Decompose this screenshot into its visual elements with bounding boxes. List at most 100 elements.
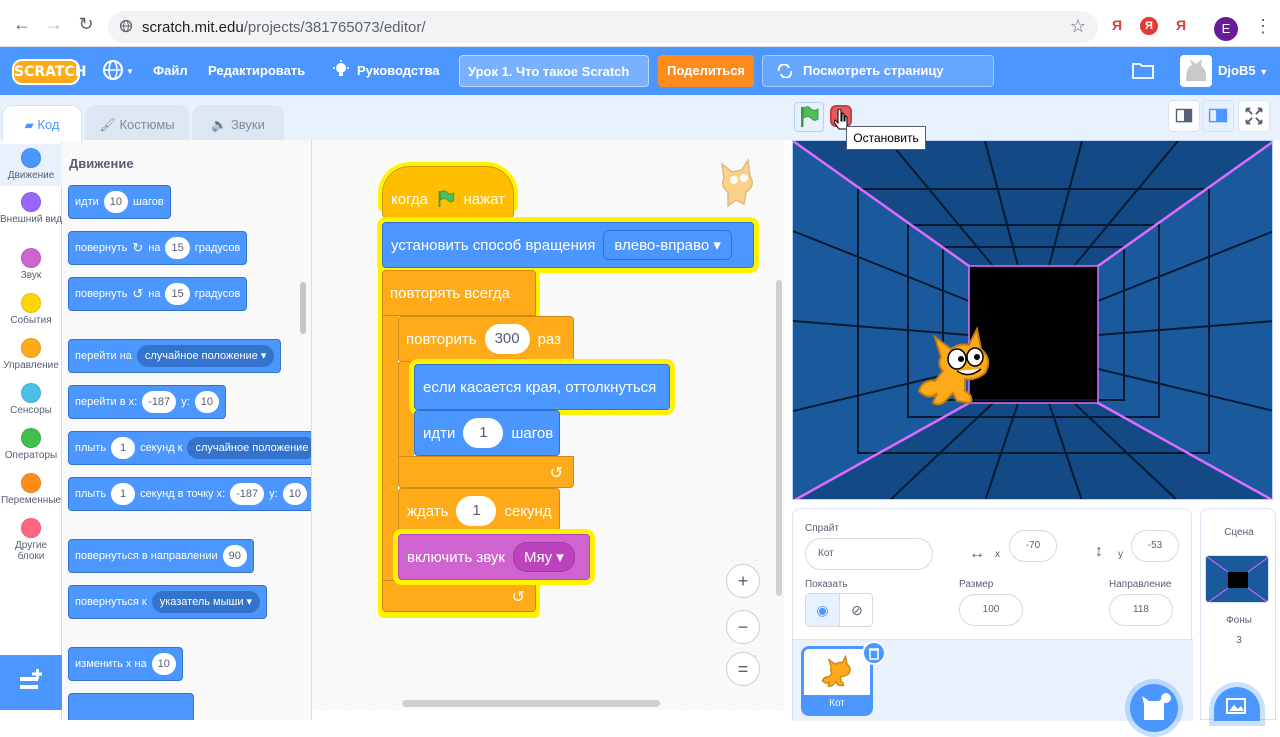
bookmark-star-icon[interactable]: ☆ [1070,16,1086,37]
palette-block-glide-xy[interactable]: плыть 1 секунд в точку x: -187 y: 10 [68,477,311,511]
set-rotation-style-block[interactable]: установить способ вращения влево-вправо … [382,222,754,268]
sprite-size-input[interactable]: 100 [959,594,1023,626]
secs-input[interactable]: 1 [111,483,136,505]
project-title-input[interactable]: Урок 1. Что такое Scratch [459,55,649,87]
normal-stage-button[interactable] [1202,100,1234,132]
palette-block-point-direction[interactable]: повернуться в направлении 90 [68,539,254,573]
move-steps-block[interactable]: идти 1 шагов [414,410,560,456]
sprite-x-input[interactable]: -70 [1009,530,1057,562]
palette-block-move[interactable]: идти 10 шагов [68,185,171,219]
back-arrow-icon[interactable]: ← [12,14,32,34]
language-globe-icon[interactable] [102,59,124,81]
y-input[interactable]: 10 [282,483,307,505]
palette-block-turn-left[interactable]: повернуть ↺ на 15 градусов [68,277,248,311]
globe-info-icon[interactable] [120,19,132,33]
edit-menu[interactable]: Редактировать [208,63,305,78]
x-input[interactable]: -187 [142,391,177,413]
share-button[interactable]: Поделиться [658,55,754,87]
zoom-reset-button[interactable]: = [726,652,760,686]
sprite-name-input[interactable]: Кот [805,538,933,570]
scratch-logo[interactable]: SCRATCH [12,59,86,85]
choose-sprite-button[interactable] [1130,684,1178,732]
rotation-style-dropdown[interactable]: влево-вправо ▾ [603,230,732,260]
add-extension-button[interactable] [0,655,62,710]
profile-avatar[interactable]: E [1214,17,1238,41]
palette-block-goto-xy[interactable]: перейти в x: -187 y: 10 [68,385,226,419]
glide-target-dropdown[interactable]: случайное положение [187,437,311,459]
small-stage-button[interactable] [1168,100,1200,132]
degrees-input[interactable]: 15 [165,237,190,259]
x-input[interactable]: -187 [230,483,265,505]
yandex-search-icon[interactable]: Я [1176,17,1186,33]
username-label[interactable]: DjoB5 ▼ [1218,63,1268,78]
tab-costumes[interactable]: 🖌 Костюмы [85,105,189,141]
when-flag-clicked-block[interactable]: когда нажат [382,166,514,218]
change-x-input[interactable]: 10 [151,653,176,675]
fullscreen-button[interactable] [1238,100,1270,132]
sound-dropdown[interactable]: Мяу ▾ [513,542,575,572]
zoom-in-button[interactable]: + [726,564,760,598]
palette-block-point-towards[interactable]: повернуться к указатель мыши ▾ [68,585,268,619]
stage-thumbnail[interactable] [1205,555,1269,603]
tutorials-bulb-icon[interactable] [332,60,350,80]
tab-code[interactable]: ▰ Код [2,105,82,142]
language-caret-icon[interactable]: ▼ [126,67,134,76]
palette-block-partial[interactable] [68,693,194,720]
yandex-extension-icon[interactable]: Я [1112,17,1122,33]
start-sound-block[interactable]: включить звук Мяу ▾ [398,534,590,580]
workspace-horizontal-scrollbar[interactable] [402,700,660,707]
category-looks[interactable]: Внешний вид [0,192,62,225]
script-workspace[interactable]: когда нажат установить способ вращения в… [312,140,784,710]
file-menu[interactable]: Файл [153,63,188,78]
bounce-on-edge-block[interactable]: если касается края, оттолкнуться [414,364,670,410]
sprite-thumbnail[interactable]: Кот [801,641,886,716]
palette-block-change-x[interactable]: изменить х на 10 [68,647,183,681]
yandex-browser-icon[interactable]: Я [1140,17,1158,35]
secs-input[interactable]: 1 [111,437,136,459]
see-project-page-button[interactable]: Посмотреть страницу проекта [762,55,994,108]
category-sensing[interactable]: Сенсоры [0,383,62,416]
palette-block-glide[interactable]: плыть 1 секунд к случайное положение [68,431,311,465]
user-avatar[interactable] [1180,55,1212,87]
address-bar[interactable]: scratch.mit.edu/projects/381765073/edito… [108,11,1098,43]
choose-backdrop-button[interactable] [1214,687,1260,721]
palette-scrollbar[interactable] [300,282,306,334]
my-stuff-folder-icon[interactable] [1132,61,1154,79]
forward-arrow-icon[interactable]: → [44,14,64,34]
sprite-watermark-icon [720,157,753,208]
palette-block-turn-right[interactable]: повернуть ↻ на 15 градусов [68,231,248,265]
category-motion[interactable]: Движение [0,144,62,186]
wait-seconds-block[interactable]: ждать 1 секунд [398,488,560,534]
y-input[interactable]: 10 [194,391,219,413]
category-events[interactable]: События [0,293,62,326]
stage-canvas[interactable] [792,140,1273,500]
category-control[interactable]: Управление [0,338,62,371]
move-steps-input[interactable]: 1 [463,418,504,448]
sprite-y-input[interactable]: -53 [1131,530,1179,562]
tutorials-menu[interactable]: Руководства [357,63,440,78]
browser-menu-icon[interactable]: ⋮ [1254,16,1272,37]
steps-input[interactable]: 10 [103,191,128,213]
delete-sprite-button[interactable] [862,641,886,665]
stage-selector[interactable]: Сцена Фоны 3 [1200,508,1276,721]
sprite-direction-input[interactable]: 118 [1109,594,1173,626]
category-variables[interactable]: Переменные [0,473,62,506]
wait-secs-input[interactable]: 1 [456,496,497,526]
workspace-vertical-scrollbar[interactable] [776,280,782,596]
zoom-out-button[interactable]: − [726,610,760,644]
show-eye-icon[interactable]: ◉ [806,594,840,626]
palette-block-goto[interactable]: перейти на случайное положение ▾ [68,339,282,373]
repeat-count-input[interactable]: 300 [484,324,530,354]
category-sound[interactable]: Звук [0,248,62,281]
goto-target-dropdown[interactable]: случайное положение ▾ [136,345,275,367]
category-my-blocks[interactable]: Другие блоки [0,518,62,562]
degrees-input[interactable]: 15 [165,283,190,305]
direction-input[interactable]: 90 [222,545,247,567]
tab-sounds[interactable]: 🔈 Звуки [192,105,284,141]
green-flag-button[interactable] [794,102,824,132]
towards-target-dropdown[interactable]: указатель мыши ▾ [151,591,261,613]
category-operators[interactable]: Операторы [0,428,62,461]
browser-toolbar: ← → ↻ scratch.mit.edu/projects/381765073… [0,0,1280,47]
hide-eye-icon[interactable]: ⊘ [840,594,874,626]
reload-icon[interactable]: ↻ [76,14,96,34]
